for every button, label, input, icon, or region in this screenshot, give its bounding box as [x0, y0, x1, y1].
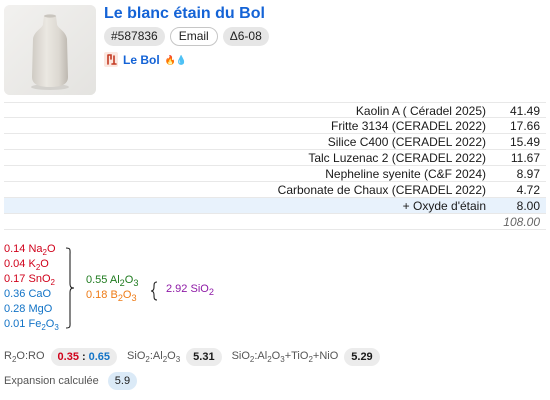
oxide-subscript: 3 [54, 323, 59, 333]
oxide-subscript: 3 [131, 293, 137, 304]
oxide-tail: O [40, 258, 49, 270]
oxide-symbol: MgO [28, 303, 53, 315]
flux-oxide: 0.04 K2O [4, 257, 59, 272]
ingredient-row[interactable]: Talc Luzenac 2 (CERADEL 2022) 11.67 [4, 150, 546, 166]
oxide-symbol: SnO [28, 273, 51, 285]
recipe-title[interactable]: Le blanc étain du Bol [104, 5, 265, 23]
flux-oxide: 0.28 MgO [4, 302, 59, 317]
ingredient-name[interactable]: Silice C400 (CERADEL 2022) [4, 134, 500, 149]
ingredient-amount: 17.66 [509, 119, 540, 133]
ingredient-name[interactable]: Fritte 3134 (CERADEL 2022) [4, 118, 500, 133]
ingredient-row[interactable]: Kaolin A ( Céradel 2025) 41.49 [4, 102, 546, 118]
oxide-subscript: 2 [208, 287, 214, 298]
ingredient-name[interactable]: Kaolin A ( Céradel 2025) [4, 103, 500, 118]
si-al-ti-ni-value: 5.29 [344, 348, 380, 366]
ingredient-name[interactable]: Nepheline syenite (C&F 2024) [4, 166, 500, 181]
owner-row[interactable]: Le Bol 🔥💧 [104, 52, 187, 67]
recipe-page: Le blanc étain du Bol #587836 Email Δ6-0… [0, 0, 550, 400]
ingredient-row[interactable]: Carbonate de Chaux (CERADEL 2022) 4.72 [4, 182, 546, 198]
oxide-subscript: 3 [133, 278, 139, 289]
email-button[interactable]: Email [169, 27, 218, 46]
cone-range-badge: Δ6-08 [222, 27, 269, 46]
ingredient-amount: 8.97 [516, 167, 540, 181]
oxide-amount: 0.36 [4, 288, 26, 300]
flux-oxide: 0.01 Fe2O3 [4, 317, 59, 332]
si-al-label: SiO2:Al2O3 [127, 349, 181, 365]
ingredient-amount: 4.72 [516, 183, 540, 197]
owner-name-link[interactable]: Le Bol [123, 53, 160, 67]
oxide-symbol: Al [109, 274, 120, 286]
flux-oxide: 0.14 Na2O [4, 242, 59, 257]
r2o-ro-label: R2O:RO [4, 349, 45, 365]
ingredient-amount: 15.49 [509, 135, 540, 149]
ro-value: 0.65 [88, 351, 111, 363]
total-row: 108.00 [4, 214, 546, 230]
recipe-chips: #587836 Email Δ6-08 [104, 27, 269, 46]
stabilizer-brace [150, 281, 158, 301]
unity-formula-fluxes: 0.14 Na2O 0.04 K2O 0.17 SnO2 0.36 CaO 0.28 M… [4, 242, 59, 332]
oxide-amount: 0.14 [4, 243, 26, 255]
r2o-value: 0.35 [57, 351, 79, 363]
expansion-row: Expansion calculée 5.9 [4, 372, 138, 390]
si-al-value: 5.31 [186, 348, 222, 366]
total-amount: 108.00 [503, 215, 540, 229]
expansion-value: 5.9 [107, 372, 138, 390]
si-al-ti-ni-label: SiO2:Al2O3+TiO2+NiO [231, 349, 339, 365]
oxide-amount: 0.01 [4, 318, 26, 330]
owner-logo-icon [104, 52, 118, 67]
unity-formula-silica: 2.92 SiO2 [166, 282, 214, 297]
oxide-symbol: SiO [190, 283, 209, 295]
firing-type-icons: 🔥💧 [164, 54, 188, 65]
oxide-symbol: Fe [28, 318, 42, 330]
oxide-amount: 2.92 [166, 283, 188, 295]
ingredient-name[interactable]: + Oxyde d'étain [4, 198, 500, 213]
ingredient-name[interactable]: Talc Luzenac 2 (CERADEL 2022) [4, 150, 500, 165]
oxide-symbol: Na [28, 243, 43, 255]
stabilizer-oxide: 0.55 Al2O3 [86, 273, 138, 288]
ingredient-amount: 8.00 [516, 199, 540, 213]
flux-brace [65, 247, 75, 329]
expansion-label: Expansion calculée [4, 375, 99, 387]
stabilizer-oxide: 0.18 B2O3 [86, 288, 138, 303]
oxide-symbol: CaO [28, 288, 52, 300]
oxide-tail: O [47, 243, 56, 255]
ingredient-row[interactable]: Fritte 3134 (CERADEL 2022) 17.66 [4, 118, 546, 134]
ingredient-row[interactable]: Silice C400 (CERADEL 2022) 15.49 [4, 134, 546, 150]
ingredient-name[interactable]: Carbonate de Chaux (CERADEL 2022) [4, 182, 500, 197]
glaze-photo[interactable] [4, 5, 96, 95]
bottle-image [4, 5, 96, 95]
flux-oxide: 0.17 SnO2 [4, 272, 59, 287]
oxide-symbol: B [110, 289, 118, 301]
oxide-amount: 0.18 [86, 289, 108, 301]
ingredient-amount: 41.49 [509, 104, 540, 118]
addition-row[interactable]: + Oxyde d'étain 8.00 [4, 198, 546, 214]
oxide-amount: 0.17 [4, 273, 26, 285]
silica-oxide: 2.92 SiO2 [166, 282, 214, 297]
oxide-subscript: 2 [50, 278, 55, 288]
oxide-symbol: K [28, 258, 36, 270]
unity-formula-stabilizers: 0.55 Al2O3 0.18 B2O3 [86, 273, 138, 303]
oxide-amount: 0.28 [4, 303, 26, 315]
oxide-amount: 0.04 [4, 258, 26, 270]
total-label [4, 214, 500, 229]
ratios-row: R2O:RO 0.35:0.65 SiO2:Al2O3 5.31 SiO2:Al… [4, 348, 380, 366]
ingredient-row[interactable]: Nepheline syenite (C&F 2024) 8.97 [4, 166, 546, 182]
flux-oxide: 0.36 CaO [4, 287, 59, 302]
oxide-amount: 0.55 [86, 274, 108, 286]
recipe-id-badge: #587836 [104, 27, 165, 46]
ingredient-amount: 11.67 [510, 151, 540, 165]
recipe-table: Kaolin A ( Céradel 2025) 41.49 Fritte 3134… [4, 102, 546, 230]
r2o-ro-value: 0.35:0.65 [50, 348, 118, 366]
